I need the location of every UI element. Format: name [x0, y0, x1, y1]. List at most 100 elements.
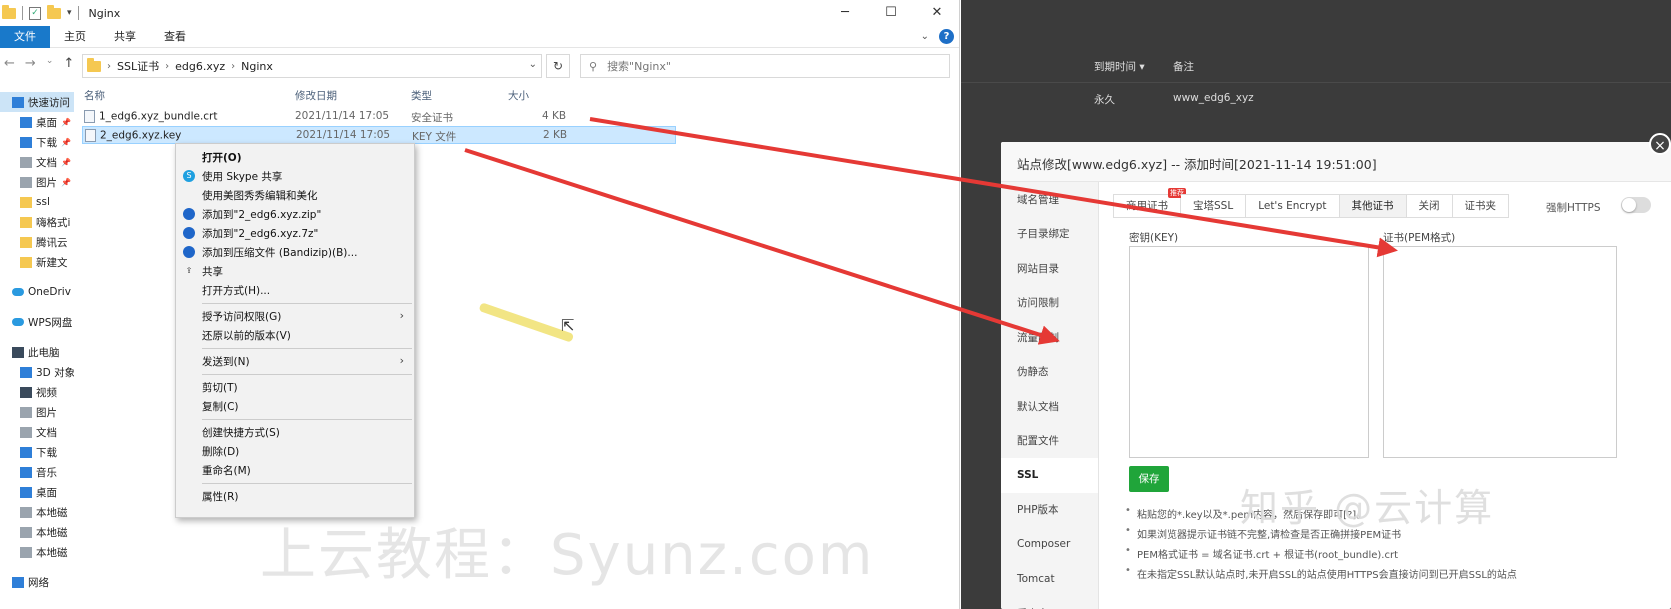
nav-item[interactable]: 下载 [0, 442, 74, 462]
recent-locations-icon[interactable]: ⌄ [46, 56, 54, 71]
tab-cert-folder[interactable]: 证书夹 [1452, 194, 1509, 218]
minimize-button[interactable]: ─ [822, 0, 868, 26]
context-menu-item[interactable]: 使用美图秀秀编辑和美化 [176, 186, 414, 205]
properties-icon[interactable]: ✓ [29, 6, 41, 20]
modal-menu-item[interactable]: 配置文件 [1001, 424, 1098, 459]
context-menu-item[interactable]: 创建快捷方式(S) [176, 423, 414, 442]
column-expire[interactable]: 到期时间 ▾ [1094, 59, 1145, 74]
nav-item[interactable]: 网络 [0, 572, 74, 592]
context-menu-item[interactable]: 授予访问权限(G) › [176, 307, 414, 326]
context-menu-item[interactable]: 重命名(M) [176, 461, 414, 480]
nav-item[interactable]: OneDriv [0, 282, 74, 302]
modal-menu-item[interactable]: 流量限制 [1001, 320, 1098, 355]
context-menu-item[interactable]: 复制(C) [176, 397, 414, 416]
modal-close-icon[interactable]: × [1649, 133, 1671, 155]
modal-menu-item[interactable]: 伪静态 [1001, 355, 1098, 390]
tab-share[interactable]: 共享 [100, 26, 150, 48]
nav-item-label: 腾讯云 [36, 236, 68, 249]
modal-menu-item[interactable]: 域名管理 [1001, 182, 1098, 217]
cloud-icon [12, 288, 24, 296]
nav-item[interactable]: 3D 对象 [0, 362, 74, 382]
tab-close-ssl[interactable]: 关闭 [1406, 194, 1453, 218]
force-https-toggle[interactable] [1621, 197, 1651, 213]
maximize-button[interactable]: ☐ [868, 0, 914, 26]
ssl-tabs: 商用证书 推荐 宝塔SSL Let's Encrypt 其他证书 关闭 证书夹 [1113, 188, 1509, 218]
nav-item[interactable]: 视频 [0, 382, 74, 402]
context-menu-item[interactable]: 还原以前的版本(V) [176, 326, 414, 345]
nav-item[interactable]: 文档 [0, 422, 74, 442]
file-row[interactable]: 1_edg6.xyz_bundle.crt 2021/11/14 17:05 安… [82, 108, 676, 126]
new-folder-icon[interactable] [47, 4, 61, 19]
breadcrumb-nginx[interactable]: Nginx [241, 60, 273, 73]
tab-view[interactable]: 查看 [150, 26, 200, 48]
modal-menu-item[interactable]: 访问限制 [1001, 286, 1098, 321]
context-menu-item[interactable]: 添加到压缩文件 (Bandizip)(B)... [176, 243, 414, 262]
modal-menu-item[interactable]: 网站目录 [1001, 251, 1098, 286]
back-arrow-icon[interactable]: ← [4, 56, 15, 71]
forward-arrow-icon[interactable]: → [25, 56, 36, 71]
tab-commercial-cert[interactable]: 商用证书 推荐 [1113, 188, 1186, 218]
context-menu-item[interactable]: 属性(R) [176, 487, 414, 506]
nav-item[interactable]: 图片 [0, 402, 74, 422]
nav-item[interactable]: 腾讯云 [0, 232, 74, 252]
nav-item[interactable]: 文档 📌 [0, 152, 74, 172]
cert-textarea[interactable] [1383, 246, 1617, 458]
tab-bt-ssl[interactable]: 宝塔SSL [1181, 194, 1247, 218]
tab-lets-encrypt[interactable]: Let's Encrypt [1246, 194, 1340, 218]
modal-menu-item[interactable]: 重定向 [1001, 596, 1098, 609]
modal-menu-item[interactable]: PHP版本 [1001, 493, 1098, 528]
breadcrumb-domain[interactable]: edg6.xyz [175, 60, 225, 73]
tab-other-cert[interactable]: 其他证书 [1339, 194, 1407, 218]
nav-item[interactable]: 嗨格式i [0, 212, 74, 232]
nav-item[interactable]: 桌面 [0, 482, 74, 502]
search-input[interactable]: ⚲ 搜索"Nginx" [580, 54, 950, 78]
column-date[interactable]: 修改日期 [295, 88, 337, 106]
customize-toolbar-icon[interactable]: ▾ [67, 8, 72, 18]
modal-menu-item[interactable]: 子目录绑定 [1001, 217, 1098, 252]
modal-menu-item[interactable]: Tomcat [1001, 562, 1098, 597]
column-size[interactable]: 大小 [508, 88, 529, 106]
note-value[interactable]: www_edg6_xyz [1173, 92, 1254, 104]
tab-home[interactable]: 主页 [50, 26, 100, 48]
context-menu-item[interactable]: 剪切(T) [176, 378, 414, 397]
nav-item[interactable]: 本地磁 [0, 542, 74, 562]
context-menu-item[interactable]: 添加到"2_edg6.xyz.7z" [176, 224, 414, 243]
modal-menu-item[interactable]: 默认文档 [1001, 389, 1098, 424]
nav-item[interactable]: 下载 📌 [0, 132, 74, 152]
address-bar[interactable]: › SSL证书 › edg6.xyz › Nginx ⌄ [82, 54, 542, 78]
breadcrumb-ssl[interactable]: SSL证书 [117, 58, 159, 74]
nav-item[interactable]: WPS网盘 [0, 312, 74, 332]
save-button[interactable]: 保存 [1129, 466, 1169, 492]
chevron-down-icon[interactable]: ⌄ [529, 59, 537, 70]
nav-item[interactable]: 桌面 📌 [0, 112, 74, 132]
column-name[interactable]: 名称 [84, 88, 105, 106]
context-menu-item[interactable]: 打开(O) [176, 148, 414, 167]
tab-file[interactable]: 文件 [0, 25, 50, 48]
help-icon[interactable]: ? [939, 29, 954, 44]
key-textarea[interactable] [1129, 246, 1369, 458]
nav-item[interactable]: 本地磁 [0, 522, 74, 542]
context-menu-item[interactable]: 发送到(N) › [176, 352, 414, 371]
chevron-right-icon: › [399, 309, 404, 322]
context-menu-item[interactable]: ⇪ 共享 [176, 262, 414, 281]
nav-item[interactable]: 音乐 [0, 462, 74, 482]
up-arrow-icon[interactable]: ↑ [63, 56, 74, 71]
expand-ribbon-icon[interactable]: ⌄ [921, 31, 929, 42]
nav-item[interactable]: ssl [0, 192, 74, 212]
context-menu-item[interactable]: 删除(D) [176, 442, 414, 461]
nav-item[interactable]: 本地磁 [0, 502, 74, 522]
file-row-selected[interactable]: 2_edg6.xyz.key 2021/11/14 17:05 KEY 文件 2… [82, 126, 676, 144]
close-button[interactable]: ✕ [914, 0, 959, 26]
column-type[interactable]: 类型 [411, 88, 432, 106]
modal-menu-item[interactable]: Composer [1001, 527, 1098, 562]
context-menu-item[interactable]: 打开方式(H)... [176, 281, 414, 300]
nav-item[interactable]: 快速访问 [0, 92, 74, 112]
nav-item[interactable]: 图片 📌 [0, 172, 74, 192]
context-menu-item[interactable]: 添加到"2_edg6.xyz.zip" [176, 205, 414, 224]
modal-menu-item[interactable]: SSL [1001, 458, 1098, 493]
nav-item[interactable]: 新建文 [0, 252, 74, 272]
context-menu-label: 发送到(N) [202, 356, 250, 368]
refresh-icon[interactable]: ↻ [546, 54, 570, 78]
nav-item[interactable]: 此电脑 [0, 342, 74, 362]
context-menu-item[interactable]: S 使用 Skype 共享 [176, 167, 414, 186]
